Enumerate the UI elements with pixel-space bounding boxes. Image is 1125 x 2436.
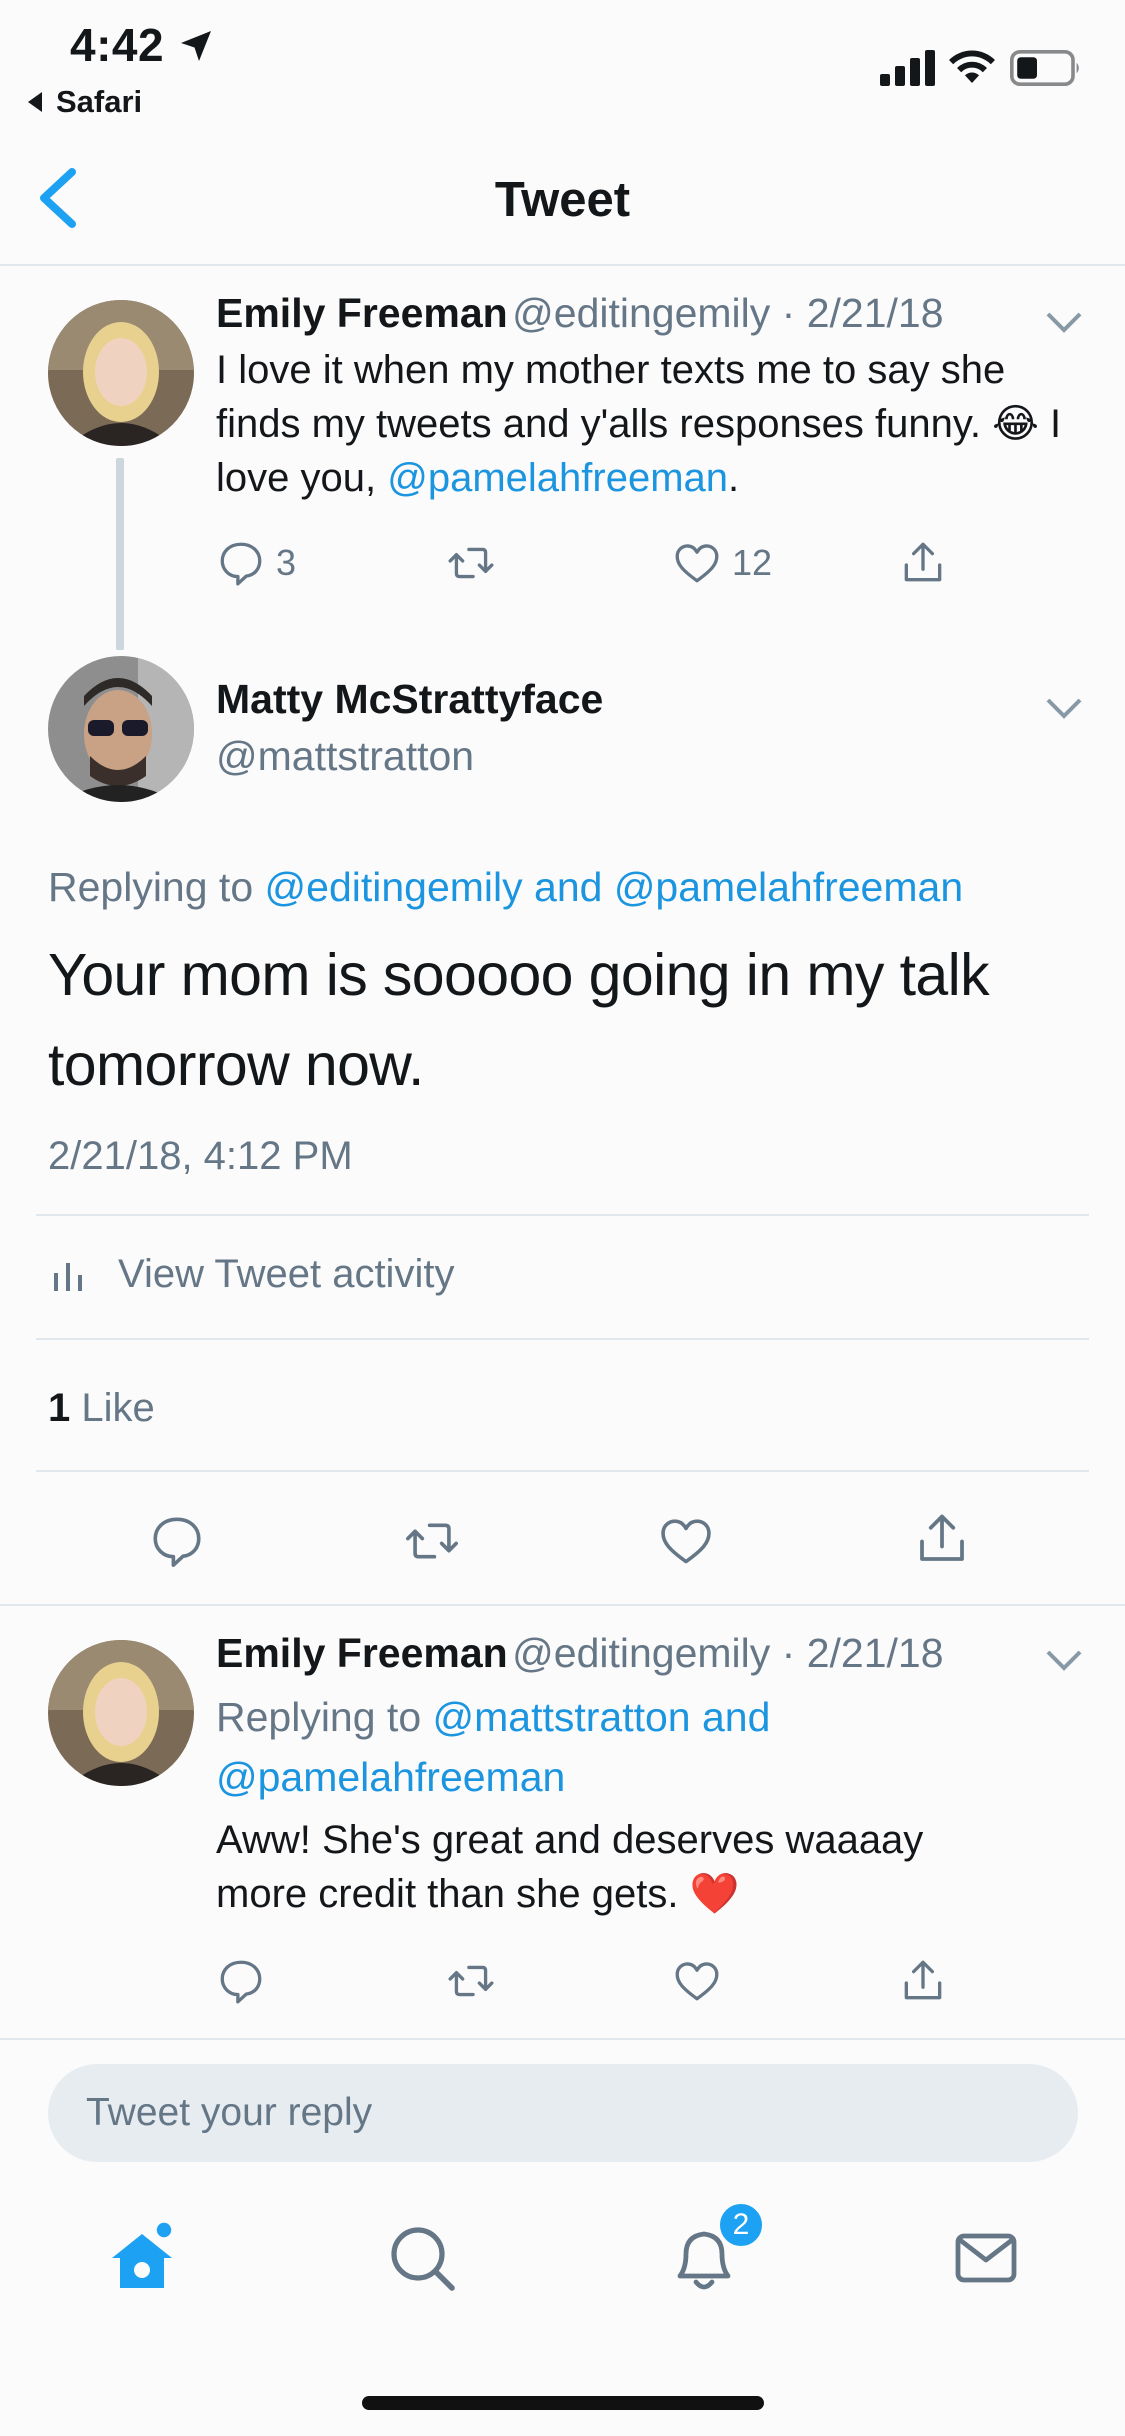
back-app-label: Safari	[56, 84, 143, 119]
tweet-timestamp: 2/21/18, 4:12 PM	[48, 1134, 353, 1178]
like-label: Like	[70, 1386, 155, 1430]
reply-icon	[220, 542, 262, 586]
location-arrow-icon	[181, 31, 211, 61]
chevron-down-icon[interactable]	[1046, 698, 1082, 720]
tweet-text: Aww! She's great and deserves waaaay mor…	[216, 1818, 924, 1916]
home-indicator[interactable]	[362, 2396, 764, 2410]
notifications-badge: 2	[716, 2200, 766, 2250]
like-icon	[675, 544, 719, 583]
replying-to: Replying to @editingemily and @pamelahfr…	[48, 864, 963, 911]
tweet-reply-header: Emily Freeman @editingemily · 2/21/18	[216, 1630, 1096, 1677]
replying-to: Replying to @mattstratton and @pamelahfr…	[216, 1687, 916, 1807]
retweet-icon	[448, 547, 494, 579]
chevron-down-icon[interactable]	[1046, 1650, 1082, 1672]
tweet-text: I love it when my mother texts me to say…	[216, 348, 1006, 446]
share-button[interactable]	[898, 1956, 948, 2006]
retweet-button[interactable]	[446, 1956, 496, 2006]
like-count: 12	[732, 542, 773, 583]
activity-icon	[54, 1262, 82, 1291]
mention-link[interactable]: @pamelahfreeman	[387, 456, 728, 500]
tweet-parent-header: Emily Freeman @editingemily · 2/21/18	[216, 290, 1096, 337]
like-icon	[675, 1962, 719, 2001]
share-button[interactable]	[912, 1508, 972, 1570]
heart-emoji: ❤️	[689, 1872, 740, 1916]
reply-count: 3	[276, 542, 297, 583]
reply-button[interactable]	[216, 1956, 266, 2006]
search-icon[interactable]	[382, 2218, 462, 2298]
tweet-parent-body: Emily Freeman @editingemily · 2/21/18 I …	[216, 290, 1096, 505]
share-icon	[904, 1960, 942, 2000]
status-bar: 4:42 Safari	[0, 0, 1125, 120]
avatar-matty[interactable]	[48, 656, 194, 802]
main-author-block[interactable]: Matty McStrattyface @mattstratton	[216, 676, 603, 780]
retweet-icon	[448, 1965, 494, 1997]
likes-summary[interactable]: 1 Like	[48, 1386, 155, 1431]
back-to-safari[interactable]: Safari	[28, 84, 142, 120]
battery-icon	[1010, 50, 1079, 86]
main-tweet-text: Your mom is sooooo going in my talk tomo…	[48, 942, 990, 1098]
wifi-icon	[949, 50, 995, 83]
tweet-date: 2/21/18	[806, 290, 944, 336]
author-handle[interactable]: @editingemily	[512, 290, 770, 336]
divider	[36, 1470, 1089, 1472]
share-icon	[920, 1514, 964, 1561]
replying-prefix: Replying to	[48, 864, 265, 910]
reply-icon	[220, 1960, 262, 2004]
divider	[36, 1338, 1089, 1340]
navigation-bar: Tweet	[0, 120, 1125, 266]
share-button[interactable]	[898, 538, 948, 588]
replying-to-links[interactable]: @editingemily and @pamelahfreeman	[265, 864, 964, 910]
author-handle: @mattstratton	[216, 733, 475, 779]
laughing-emoji: 😂	[992, 402, 1039, 446]
divider	[0, 1604, 1125, 1606]
replying-prefix: Replying to	[216, 1694, 433, 1740]
like-total: 1	[48, 1386, 71, 1430]
back-triangle-icon	[28, 92, 42, 112]
tweet-reply-text: Aww! She's great and deserves waaaay mor…	[216, 1813, 996, 1921]
author-handle[interactable]: @editingemily	[512, 1630, 770, 1676]
reply-button[interactable]: 3	[216, 538, 296, 588]
mail-icon[interactable]	[946, 2218, 1026, 2298]
tweet-date: 2/21/18	[806, 1630, 944, 1676]
signal-icon	[880, 50, 935, 86]
author-name[interactable]: Emily Freeman	[216, 290, 508, 336]
activity-label: View Tweet activity	[118, 1252, 455, 1296]
avatar-emily-image	[48, 1640, 194, 1786]
home-icon[interactable]	[102, 2218, 182, 2298]
avatar-emily[interactable]	[48, 1640, 194, 1786]
author-name: Matty McStrattyface	[216, 676, 604, 722]
chevron-down-icon[interactable]	[1046, 312, 1082, 334]
like-button[interactable]: 12	[672, 538, 772, 588]
avatar-emily[interactable]	[48, 300, 194, 446]
reply-icon	[153, 1517, 201, 1567]
page-title: Tweet	[494, 173, 631, 227]
separator-dot: ·	[770, 290, 807, 336]
tweet-text-end: .	[728, 456, 740, 500]
share-icon	[904, 542, 942, 582]
retweet-button[interactable]	[400, 1512, 464, 1570]
tweet-reply-body: Emily Freeman @editingemily · 2/21/18 Re…	[216, 1630, 1096, 1921]
divider	[36, 1214, 1089, 1216]
separator-dot: ·	[770, 1630, 807, 1676]
like-button[interactable]	[672, 1956, 722, 2006]
retweet-icon	[406, 1523, 458, 1559]
like-icon	[661, 1519, 711, 1564]
tweet-parent-text: I love it when my mother texts me to say…	[216, 343, 1096, 505]
author-name[interactable]: Emily Freeman	[216, 1630, 508, 1676]
reply-input[interactable]	[48, 2064, 1078, 2162]
view-tweet-activity[interactable]: View Tweet activity	[48, 1252, 454, 1297]
avatar-matty-image	[48, 656, 194, 802]
thread-connector	[116, 458, 124, 650]
retweet-button[interactable]	[446, 538, 496, 588]
like-button[interactable]	[656, 1512, 716, 1570]
avatar-emily-image	[48, 300, 194, 446]
reply-button[interactable]	[148, 1512, 206, 1570]
status-time: 4:42	[70, 19, 165, 71]
